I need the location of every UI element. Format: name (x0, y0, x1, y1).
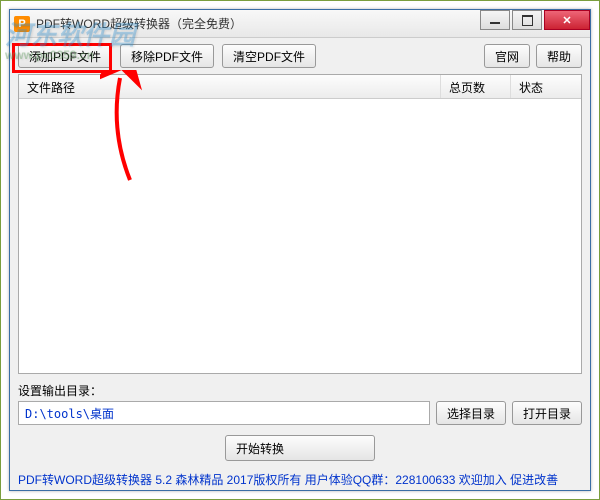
titlebar: P PDF转WORD超级转换器（完全免费） (10, 10, 590, 38)
add-pdf-button[interactable]: 添加PDF文件 (18, 44, 112, 68)
application-window: P PDF转WORD超级转换器（完全免费） 添加PDF文件 移除PDF文件 清空… (9, 9, 591, 491)
table-header: 文件路径 总页数 状态 (19, 75, 581, 99)
app-icon: P (14, 16, 30, 32)
output-path-field[interactable]: D:\tools\桌面 (18, 401, 430, 425)
column-pages[interactable]: 总页数 (441, 75, 511, 98)
window-controls (480, 10, 590, 30)
file-list-table: 文件路径 总页数 状态 (18, 74, 582, 374)
table-body[interactable] (19, 99, 581, 373)
column-status[interactable]: 状态 (511, 75, 581, 98)
remove-pdf-button[interactable]: 移除PDF文件 (120, 44, 214, 68)
help-button[interactable]: 帮助 (536, 44, 582, 68)
choose-dir-button[interactable]: 选择目录 (436, 401, 506, 425)
toolbar-right: 官网 帮助 (484, 44, 582, 68)
maximize-button[interactable] (512, 10, 542, 30)
official-site-button[interactable]: 官网 (484, 44, 530, 68)
toolbar: 添加PDF文件 移除PDF文件 清空PDF文件 官网 帮助 (10, 38, 590, 74)
clear-pdf-button[interactable]: 清空PDF文件 (222, 44, 316, 68)
column-filepath[interactable]: 文件路径 (19, 75, 441, 98)
start-convert-button[interactable]: 开始转换 (225, 435, 375, 461)
output-controls: D:\tools\桌面 选择目录 打开目录 (18, 401, 582, 425)
convert-row: 开始转换 (10, 429, 590, 467)
minimize-button[interactable] (480, 10, 510, 30)
output-label: 设置输出目录： (18, 382, 582, 399)
close-button[interactable] (544, 10, 590, 30)
open-dir-button[interactable]: 打开目录 (512, 401, 582, 425)
footer-text: PDF转WORD超级转换器 5.2 森林精品 2017版权所有 用户体验QQ群：… (10, 467, 590, 492)
output-section: 设置输出目录： D:\tools\桌面 选择目录 打开目录 (10, 374, 590, 429)
